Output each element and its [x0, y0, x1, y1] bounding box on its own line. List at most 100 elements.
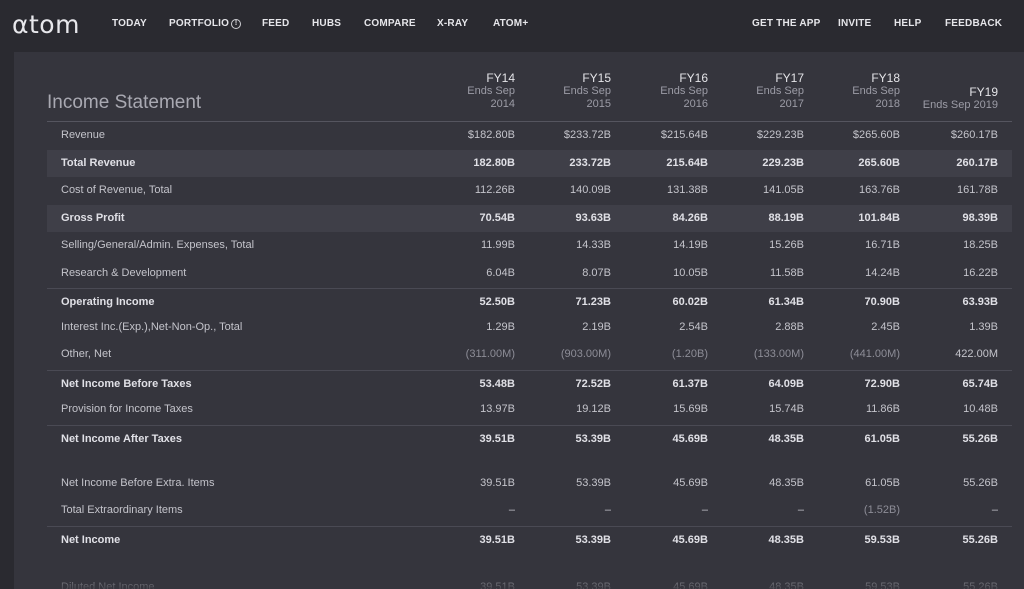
table-cell: 265.60B [858, 157, 900, 169]
nav-xray[interactable]: X-RAY [437, 18, 468, 29]
nav-feedback[interactable]: FEEDBACK [945, 18, 1002, 29]
column-year: 2014 [490, 98, 515, 110]
table-cell: 16.22B [963, 267, 998, 279]
row-label: Other, Net [61, 348, 112, 360]
table-cell: 39.51B [479, 534, 515, 546]
table-cell: 64.09B [768, 378, 804, 390]
table-cell: – [508, 504, 515, 516]
table-cell: 93.63B [575, 212, 611, 224]
section-title: Income Statement [47, 92, 202, 113]
table-cell: $182.80B [467, 129, 515, 141]
table-cell: (1.20B) [671, 348, 708, 360]
table-cell: 1.39B [969, 321, 998, 333]
table-cell: 182.80B [473, 157, 515, 169]
table-cell: 14.19B [673, 239, 708, 251]
table-row[interactable]: Selling/General/Admin. Expenses, Total 11… [47, 232, 1012, 259]
row-label: Net Income Before Extra. Items [61, 477, 215, 489]
table-cell: 63.93B [962, 296, 998, 308]
table-cell: $215.64B [660, 129, 708, 141]
table-cell: (441.00M) [849, 348, 900, 360]
column-header-fy16: FY16 Ends Sep 2016 [608, 71, 708, 111]
table-cell: 11.58B [769, 267, 804, 279]
column-fy: FY17 [775, 71, 804, 85]
table-cell: 422.00M [955, 348, 998, 360]
table-row[interactable]: Net Income 39.51B 53.39B 45.69B 48.35B 59.53B… [47, 526, 1012, 553]
column-header-fy17: FY17 Ends Sep 2017 [704, 71, 804, 111]
nav-today[interactable]: TODAY [112, 18, 147, 29]
table-cell: 141.05B [763, 184, 804, 196]
table-cell: 260.17B [956, 157, 998, 169]
row-label: Total Revenue [61, 157, 136, 169]
table-row[interactable]: Operating Income 52.50B 71.23B 60.02B 61.34B… [47, 288, 1012, 315]
column-year: Ends Sep 2019 [922, 99, 998, 111]
column-header-fy18: FY18 Ends Sep 2018 [800, 71, 900, 111]
table-cell: 229.23B [762, 157, 804, 169]
nav-atom-plus[interactable]: ATOM+ [493, 18, 528, 29]
table-row[interactable]: Total Extraordinary Items – – – – (1.52B) – [47, 497, 1012, 524]
nav-portfolio[interactable]: PORTFOLIO! [169, 18, 242, 29]
table-cell: 2.19B [582, 321, 611, 333]
row-label: Net Income [61, 534, 121, 546]
table-cell: 61.05B [864, 433, 900, 445]
nav-get-the-app[interactable]: GET THE APP [752, 18, 821, 29]
table-cell: (133.00M) [753, 348, 804, 360]
table-row[interactable]: Other, Net (311.00M) (903.00M) (1.20B) (133.… [47, 341, 1012, 368]
table-cell: 11.86B [865, 403, 900, 415]
table-row[interactable]: Net Income Before Extra. Items 39.51B 53.3… [47, 470, 1012, 497]
atom-logo[interactable]: αtom [12, 10, 80, 39]
table-cell: – [701, 504, 708, 516]
table-cell: 215.64B [666, 157, 708, 169]
row-label: Cost of Revenue, Total [61, 184, 173, 196]
table-cell: 163.76B [859, 184, 900, 196]
table-row[interactable]: Gross Profit 70.54B 93.63B 84.26B 88.19B 101.… [47, 205, 1012, 232]
table-row[interactable]: Net Income Before Taxes 53.48B 72.52B 61.37… [47, 370, 1012, 397]
table-cell: 8.07B [582, 267, 611, 279]
nav-hubs[interactable]: HUBS [312, 18, 341, 29]
table-row[interactable]: Revenue $182.80B $233.72B $215.64B $229.23B $… [47, 122, 1012, 149]
table-row[interactable]: Cost of Revenue, Total 112.26B 140.09B 131.… [47, 177, 1012, 204]
table-cell: 70.90B [864, 296, 900, 308]
row-label: Selling/General/Admin. Expenses, Total [61, 239, 255, 251]
row-label: Research & Development [61, 267, 187, 279]
table-cell: 6.04B [486, 267, 515, 279]
column-fy: FY16 [679, 71, 708, 85]
table-cell: – [797, 504, 804, 516]
table-cell: 98.39B [962, 212, 998, 224]
income-statement-panel: Income Statement FY14 Ends Sep 2014 FY15… [14, 52, 1024, 589]
nav-help[interactable]: HELP [894, 18, 921, 29]
column-fy: FY19 [969, 85, 998, 99]
table-cell: 233.72B [569, 157, 611, 169]
nav-compare[interactable]: COMPARE [364, 18, 416, 29]
table-cell: 88.19B [768, 212, 804, 224]
table-cell: 140.09B [570, 184, 611, 196]
table-cell: 45.69B [672, 534, 708, 546]
table-cell: 2.45B [871, 321, 900, 333]
column-year: 2016 [683, 98, 708, 110]
table-cell: 15.69B [673, 403, 708, 415]
table-row[interactable]: Net Income After Taxes 39.51B 53.39B 45.69B… [47, 425, 1012, 452]
table-row[interactable]: Interest Inc.(Exp.),Net-Non-Op., Total 1.… [47, 314, 1012, 341]
table-cell: 14.24B [865, 267, 900, 279]
table-cell: 60.02B [672, 296, 708, 308]
table-row[interactable]: Provision for Income Taxes 13.97B 19.12B 15… [47, 396, 1012, 423]
column-header-fy19: FY19 Ends Sep 2019 [898, 85, 998, 112]
table-cell: 61.05B [865, 477, 900, 489]
nav-feed[interactable]: FEED [262, 18, 289, 29]
table-row[interactable]: Research & Development 6.04B 8.07B 10.05B 11… [47, 260, 1012, 287]
table-cell: 15.74B [769, 403, 804, 415]
nav-invite[interactable]: INVITE [838, 18, 871, 29]
column-year: 2017 [779, 98, 804, 110]
table-row[interactable]: Total Revenue 182.80B 233.72B 215.64B 229.23… [47, 150, 1012, 177]
table-cell: 18.25B [963, 239, 998, 251]
row-label: Net Income Before Taxes [61, 378, 192, 390]
table-cell: 59.53B [864, 534, 900, 546]
column-fy: FY18 [871, 71, 900, 85]
table-cell: 55.26B [962, 534, 998, 546]
table-cell: 71.23B [575, 296, 611, 308]
column-fy: FY14 [486, 71, 515, 85]
table-cell: 1.29B [486, 321, 515, 333]
table-cell: 53.39B [576, 477, 611, 489]
info-icon[interactable]: ! [231, 19, 242, 29]
table-cell: 53.48B [479, 378, 515, 390]
table-cell: 72.52B [575, 378, 611, 390]
